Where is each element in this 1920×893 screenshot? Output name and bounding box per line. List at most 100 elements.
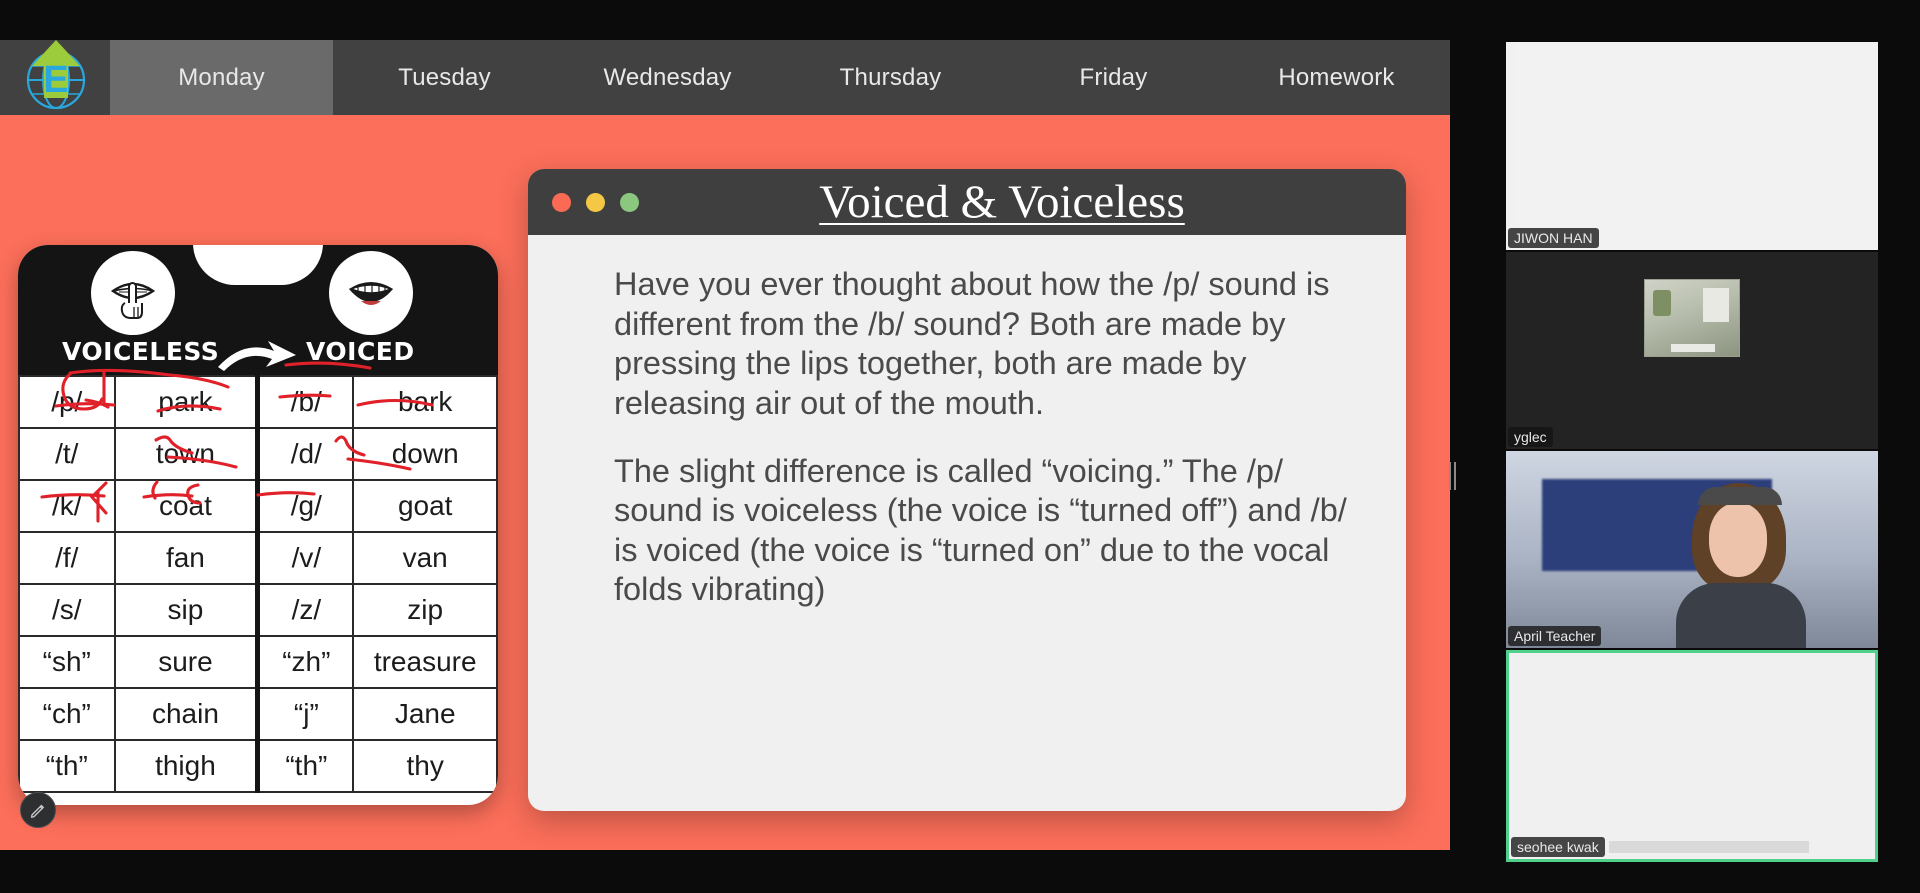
cell-voiceless-word: sure — [113, 635, 259, 689]
cell-voiceless-word: sip — [113, 583, 259, 637]
person-face — [1709, 503, 1767, 577]
cell-voiced-word: thy — [352, 739, 498, 793]
handle-bar — [1454, 462, 1456, 490]
video-feed — [1516, 42, 1878, 250]
table-row: “th” thigh “th” thy — [18, 739, 498, 793]
window-controls — [552, 193, 639, 212]
shush-mouth-icon — [91, 251, 175, 335]
tab-label: Thursday — [839, 63, 942, 91]
chart-header-voiceless: VOICELESS — [62, 337, 220, 366]
participant-name: yglec — [1508, 427, 1553, 447]
voiced-voiceless-chart: VOICELESS VOICED /p/park/b/bark/t/town/d… — [18, 245, 498, 805]
cell-voiceless-ipa: “th” — [18, 739, 116, 793]
participant-tile[interactable]: JIWON HAN — [1506, 42, 1878, 250]
slide-title: Voiced & Voiceless — [819, 175, 1185, 228]
tab-label: Wednesday — [603, 63, 732, 91]
participant-name: seohee kwak — [1511, 837, 1605, 857]
table-row: /t/town/d/down — [18, 427, 498, 481]
app-root: E Monday Tuesday Wednesday Thursday Frid… — [0, 0, 1920, 893]
cell-voiceless-ipa: /k/ — [18, 479, 116, 533]
eduglobe-logo[interactable]: E — [0, 40, 110, 115]
close-icon[interactable] — [552, 193, 571, 212]
slide-paragraph: The slight difference is called “voicing… — [614, 452, 1347, 608]
annotate-pen-button[interactable] — [20, 792, 56, 828]
cell-voiceless-ipa: “sh” — [18, 635, 116, 689]
cell-voiced-word: down — [352, 427, 498, 481]
table-row: /f/fan/v/van — [18, 531, 498, 585]
slide-window: Voiced & Voiceless Have you ever thought… — [528, 169, 1406, 811]
tab-tuesday[interactable]: Tuesday — [333, 40, 556, 115]
maximize-icon[interactable] — [620, 193, 639, 212]
cell-voiced-word: van — [352, 531, 498, 585]
table-row: /k/coat/g/goat — [18, 479, 498, 533]
cell-voiceless-word: town — [113, 427, 259, 481]
weekday-tabbar: E Monday Tuesday Wednesday Thursday Frid… — [0, 40, 1450, 115]
cell-voiced-word: Jane — [352, 687, 498, 741]
cell-voiceless-ipa: “ch” — [18, 687, 116, 741]
tab-label: Homework — [1278, 63, 1395, 91]
tab-thursday[interactable]: Thursday — [779, 40, 1002, 115]
headset-band — [1698, 487, 1782, 505]
shared-screen-region: E Monday Tuesday Wednesday Thursday Frid… — [0, 40, 1450, 850]
svg-text:E: E — [43, 59, 68, 101]
minimize-icon[interactable] — [586, 193, 605, 212]
cell-voiced-word: treasure — [352, 635, 498, 689]
caption-strip — [1671, 344, 1715, 352]
table-row: /p/park/b/bark — [18, 375, 498, 429]
cell-voiceless-word: chain — [113, 687, 259, 741]
chart-header: VOICELESS VOICED — [18, 245, 498, 375]
video-feed — [1609, 841, 1809, 853]
participant-name: JIWON HAN — [1508, 228, 1599, 248]
handle-bar — [1449, 462, 1451, 490]
participant-tile[interactable]: April Teacher — [1506, 451, 1878, 648]
cell-voiced-word: zip — [352, 583, 498, 637]
cell-voiceless-word: park — [113, 375, 259, 429]
cell-voiced-ipa: /g/ — [255, 479, 355, 533]
participant-tile-active[interactable]: seohee kwak — [1506, 650, 1878, 862]
cell-voiceless-word: thigh — [113, 739, 259, 793]
chart-header-voiced: VOICED — [306, 337, 415, 366]
table-row: “ch” chain “j” Jane — [18, 687, 498, 741]
tab-label: Tuesday — [398, 63, 491, 91]
video-feed — [1506, 451, 1878, 648]
cell-voiced-ipa: “j” — [255, 687, 355, 741]
tab-homework[interactable]: Homework — [1225, 40, 1448, 115]
cell-voiceless-ipa: /f/ — [18, 531, 116, 585]
cell-voiceless-ipa: /p/ — [18, 375, 116, 429]
open-mouth-icon — [329, 251, 413, 335]
tab-monday[interactable]: Monday — [110, 40, 333, 115]
panel-drag-handle[interactable] — [1449, 462, 1456, 490]
participant-tile[interactable]: yglec — [1506, 252, 1878, 449]
sound-pairs-table: /p/park/b/bark/t/town/d/down/k/coat/g/go… — [18, 375, 498, 793]
person-body — [1676, 583, 1806, 648]
table-row: “sh” sure “zh” treasure — [18, 635, 498, 689]
cell-voiced-ipa: /z/ — [255, 583, 355, 637]
tab-wednesday[interactable]: Wednesday — [556, 40, 779, 115]
globe-arrow-icon: E — [26, 40, 86, 110]
video-feed — [1644, 279, 1740, 357]
tab-label: Friday — [1079, 63, 1148, 91]
cell-voiced-ipa: /d/ — [255, 427, 355, 481]
cell-voiceless-word: coat — [113, 479, 259, 533]
tab-friday[interactable]: Friday — [1002, 40, 1225, 115]
cell-voiceless-ipa: /t/ — [18, 427, 116, 481]
cell-voiceless-ipa: /s/ — [18, 583, 116, 637]
cell-voiceless-word: fan — [113, 531, 259, 585]
slide-body: Have you ever thought about how the /p/ … — [528, 235, 1406, 658]
slide-titlebar: Voiced & Voiceless — [528, 169, 1406, 235]
cell-voiced-word: bark — [352, 375, 498, 429]
header-notch — [193, 245, 323, 285]
pencil-icon — [30, 804, 45, 818]
cell-voiced-ipa: “zh” — [255, 635, 355, 689]
window-shape — [1703, 288, 1729, 322]
participant-name: April Teacher — [1508, 626, 1602, 646]
slide-paragraph: Have you ever thought about how the /p/ … — [614, 266, 1330, 421]
plant-shape — [1653, 290, 1671, 316]
curved-arrow-icon — [218, 341, 296, 371]
cell-voiced-word: goat — [352, 479, 498, 533]
cell-voiced-ipa: “th” — [255, 739, 355, 793]
cell-voiced-ipa: /v/ — [255, 531, 355, 585]
video-gallery: JIWON HAN yglec April Teacher seohee kwa… — [1506, 42, 1878, 862]
cell-voiced-ipa: /b/ — [255, 375, 355, 429]
tab-label: Monday — [178, 63, 265, 91]
